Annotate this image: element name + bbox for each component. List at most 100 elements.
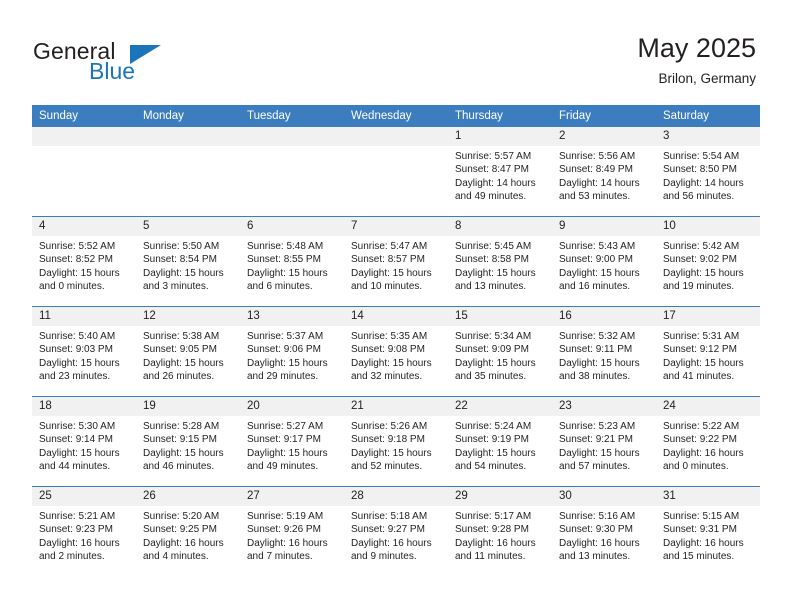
calendar-day-cell[interactable]: 22 Sunrise: 5:24 AM Sunset: 9:19 PM Dayligh…: [448, 396, 552, 487]
calendar-day-cell[interactable]: 16 Sunrise: 5:32 AM Sunset: 9:11 PM Dayligh…: [552, 306, 656, 397]
day-detail-sunset: Sunset: 9:03 PM: [39, 344, 113, 356]
calendar-day-cell[interactable]: 15 Sunrise: 5:34 AM Sunset: 9:09 PM Dayligh…: [448, 306, 552, 397]
calendar-day-cell[interactable]: 11 Sunrise: 5:40 AM Sunset: 9:03 PM Dayligh…: [32, 306, 136, 397]
day-number: 17: [656, 307, 760, 326]
calendar-day-cell[interactable]: 21 Sunrise: 5:26 AM Sunset: 9:18 PM Dayligh…: [344, 396, 448, 487]
day-detail-daylight1: Daylight: 15 hours: [559, 267, 640, 279]
day-detail-daylight2: and 44 minutes.: [39, 461, 111, 473]
day-details: Sunrise: 5:20 AM Sunset: 9:25 PM Daylight:…: [136, 506, 240, 564]
day-detail-daylight1: Daylight: 16 hours: [663, 447, 744, 459]
day-detail-sunset: Sunset: 9:12 PM: [663, 344, 737, 356]
day-number: 21: [344, 397, 448, 416]
day-number: 30: [552, 487, 656, 506]
day-detail-sunrise: Sunrise: 5:19 AM: [247, 511, 324, 522]
day-number: 22: [448, 397, 552, 416]
day-detail-daylight1: Daylight: 15 hours: [351, 357, 432, 369]
general-blue-logo[interactable]: General Blue: [33, 38, 253, 90]
day-number: [136, 127, 240, 146]
day-number: 28: [344, 487, 448, 506]
day-detail-daylight2: and 19 minutes.: [663, 281, 735, 293]
title-block: May 2025 Brilon, Germany: [637, 32, 756, 88]
day-details: Sunrise: 5:18 AM Sunset: 9:27 PM Daylight:…: [344, 506, 448, 564]
day-detail-daylight2: and 32 minutes.: [351, 371, 423, 383]
day-detail-daylight1: Daylight: 15 hours: [143, 447, 224, 459]
calendar-page: General Blue May 2025 Brilon, Germany Su…: [0, 0, 792, 612]
calendar-day-cell[interactable]: 2 Sunrise: 5:56 AM Sunset: 8:49 PM Daylight…: [552, 127, 656, 217]
calendar-day-cell[interactable]: 27 Sunrise: 5:19 AM Sunset: 9:26 PM Dayligh…: [240, 486, 344, 576]
calendar-day-cell[interactable]: 29 Sunrise: 5:17 AM Sunset: 9:28 PM Dayligh…: [448, 486, 552, 576]
calendar-day-cell[interactable]: 6 Sunrise: 5:48 AM Sunset: 8:55 PM Daylight…: [240, 216, 344, 307]
day-detail-daylight2: and 54 minutes.: [455, 461, 527, 473]
day-details: Sunrise: 5:54 AM Sunset: 8:50 PM Daylight:…: [656, 146, 760, 204]
day-number: [32, 127, 136, 146]
day-number: 7: [344, 217, 448, 236]
calendar-day-cell[interactable]: 19 Sunrise: 5:28 AM Sunset: 9:15 PM Dayligh…: [136, 396, 240, 487]
day-details: Sunrise: 5:17 AM Sunset: 9:28 PM Daylight:…: [448, 506, 552, 564]
day-detail-daylight2: and 13 minutes.: [559, 551, 631, 563]
calendar-day-cell[interactable]: 14 Sunrise: 5:35 AM Sunset: 9:08 PM Dayligh…: [344, 306, 448, 397]
day-details: Sunrise: 5:28 AM Sunset: 9:15 PM Daylight:…: [136, 416, 240, 474]
calendar-day-cell[interactable]: 26 Sunrise: 5:20 AM Sunset: 9:25 PM Dayligh…: [136, 486, 240, 576]
day-detail-sunset: Sunset: 8:57 PM: [351, 254, 425, 266]
day-details: Sunrise: 5:32 AM Sunset: 9:11 PM Daylight:…: [552, 326, 656, 384]
day-detail-sunrise: Sunrise: 5:56 AM: [559, 151, 636, 162]
page-title: May 2025: [637, 33, 756, 63]
day-detail-sunrise: Sunrise: 5:15 AM: [663, 511, 740, 522]
calendar-day-cell[interactable]: 24 Sunrise: 5:22 AM Sunset: 9:22 PM Dayligh…: [656, 396, 760, 487]
day-number: [240, 127, 344, 146]
day-detail-daylight1: Daylight: 15 hours: [143, 357, 224, 369]
day-number: 27: [240, 487, 344, 506]
day-number: 19: [136, 397, 240, 416]
calendar-day-cell[interactable]: 3 Sunrise: 5:54 AM Sunset: 8:50 PM Daylight…: [656, 127, 760, 217]
calendar-day-cell[interactable]: 9 Sunrise: 5:43 AM Sunset: 9:00 PM Daylight…: [552, 216, 656, 307]
calendar-day-cell[interactable]: 8 Sunrise: 5:45 AM Sunset: 8:58 PM Daylight…: [448, 216, 552, 307]
day-number: 6: [240, 217, 344, 236]
day-detail-daylight2: and 0 minutes.: [39, 281, 105, 293]
day-detail-daylight1: Daylight: 15 hours: [247, 267, 328, 279]
calendar-day-cell[interactable]: 7 Sunrise: 5:47 AM Sunset: 8:57 PM Daylight…: [344, 216, 448, 307]
day-detail-daylight2: and 29 minutes.: [247, 371, 319, 383]
day-detail-daylight2: and 10 minutes.: [351, 281, 423, 293]
day-detail-daylight2: and 3 minutes.: [143, 281, 209, 293]
calendar-day-cell[interactable]: 23 Sunrise: 5:23 AM Sunset: 9:21 PM Dayligh…: [552, 396, 656, 487]
calendar-day-cell[interactable]: 17 Sunrise: 5:31 AM Sunset: 9:12 PM Dayligh…: [656, 306, 760, 397]
day-number: 4: [32, 217, 136, 236]
day-detail-sunset: Sunset: 9:19 PM: [455, 434, 529, 446]
day-detail-sunset: Sunset: 9:26 PM: [247, 524, 321, 536]
day-detail-sunrise: Sunrise: 5:16 AM: [559, 511, 636, 522]
day-details: Sunrise: 5:23 AM Sunset: 9:21 PM Daylight:…: [552, 416, 656, 474]
calendar-day-cell[interactable]: 12 Sunrise: 5:38 AM Sunset: 9:05 PM Dayligh…: [136, 306, 240, 397]
calendar-week-row: 18 Sunrise: 5:30 AM Sunset: 9:14 PM Dayligh…: [32, 396, 760, 487]
day-detail-daylight1: Daylight: 15 hours: [455, 267, 536, 279]
day-detail-sunrise: Sunrise: 5:52 AM: [39, 241, 116, 252]
day-detail-daylight2: and 35 minutes.: [455, 371, 527, 383]
calendar-day-cell[interactable]: 28 Sunrise: 5:18 AM Sunset: 9:27 PM Dayligh…: [344, 486, 448, 576]
day-detail-sunset: Sunset: 8:54 PM: [143, 254, 217, 266]
weekday-header-row: Sunday Monday Tuesday Wednesday Thursday…: [32, 105, 760, 127]
day-detail-daylight2: and 41 minutes.: [663, 371, 735, 383]
day-detail-sunrise: Sunrise: 5:23 AM: [559, 421, 636, 432]
calendar-day-cell[interactable]: 18 Sunrise: 5:30 AM Sunset: 9:14 PM Dayligh…: [32, 396, 136, 487]
day-detail-daylight1: Daylight: 14 hours: [455, 177, 536, 189]
weekday-header-wednesday: Wednesday: [344, 105, 448, 127]
calendar-day-cell[interactable]: 1 Sunrise: 5:57 AM Sunset: 8:47 PM Daylight…: [448, 127, 552, 217]
day-detail-sunset: Sunset: 9:22 PM: [663, 434, 737, 446]
day-detail-sunrise: Sunrise: 5:35 AM: [351, 331, 428, 342]
day-details: Sunrise: 5:48 AM Sunset: 8:55 PM Daylight:…: [240, 236, 344, 294]
day-detail-sunset: Sunset: 9:02 PM: [663, 254, 737, 266]
calendar-day-cell[interactable]: 4 Sunrise: 5:52 AM Sunset: 8:52 PM Daylight…: [32, 216, 136, 307]
calendar-day-cell[interactable]: 10 Sunrise: 5:42 AM Sunset: 9:02 PM Dayligh…: [656, 216, 760, 307]
day-details: Sunrise: 5:19 AM Sunset: 9:26 PM Daylight:…: [240, 506, 344, 564]
calendar-day-cell[interactable]: 5 Sunrise: 5:50 AM Sunset: 8:54 PM Daylight…: [136, 216, 240, 307]
calendar-day-cell[interactable]: 25 Sunrise: 5:21 AM Sunset: 9:23 PM Dayligh…: [32, 486, 136, 576]
day-detail-sunrise: Sunrise: 5:42 AM: [663, 241, 740, 252]
calendar-day-cell[interactable]: 20 Sunrise: 5:27 AM Sunset: 9:17 PM Dayligh…: [240, 396, 344, 487]
day-detail-sunset: Sunset: 8:49 PM: [559, 164, 633, 176]
day-detail-daylight1: Daylight: 15 hours: [663, 357, 744, 369]
day-detail-daylight2: and 23 minutes.: [39, 371, 111, 383]
calendar-day-cell[interactable]: 31 Sunrise: 5:15 AM Sunset: 9:31 PM Dayligh…: [656, 486, 760, 576]
day-detail-sunrise: Sunrise: 5:27 AM: [247, 421, 324, 432]
day-detail-daylight2: and 52 minutes.: [351, 461, 423, 473]
calendar-day-cell[interactable]: 13 Sunrise: 5:37 AM Sunset: 9:06 PM Dayligh…: [240, 306, 344, 397]
calendar-day-cell[interactable]: 30 Sunrise: 5:16 AM Sunset: 9:30 PM Dayligh…: [552, 486, 656, 576]
